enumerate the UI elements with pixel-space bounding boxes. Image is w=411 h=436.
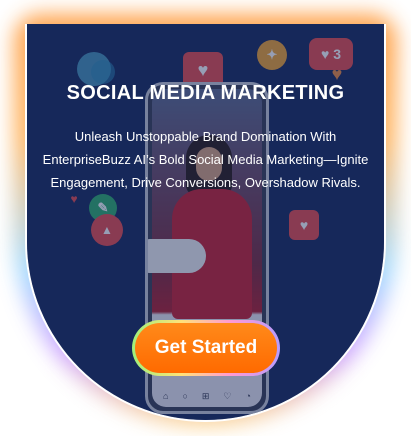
cta-border: Get Started [132,320,280,376]
page-title: SOCIAL MEDIA MARKETING [66,82,345,104]
get-started-button[interactable]: Get Started [135,323,277,373]
hero-description: Unleash Unstoppable Brand Domination Wit… [42,129,369,190]
